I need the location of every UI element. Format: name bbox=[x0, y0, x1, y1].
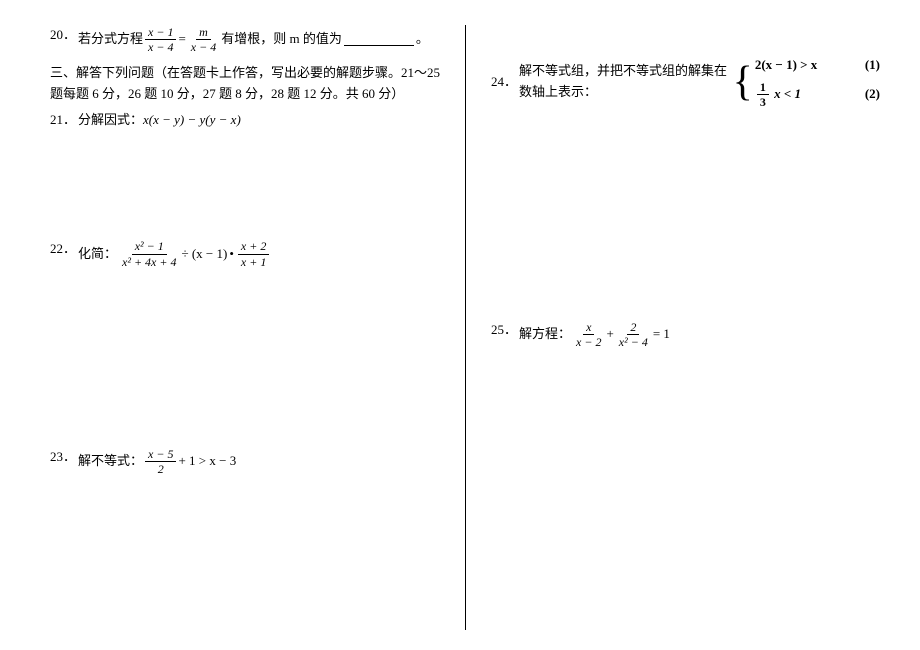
question-21: 21． 分解因式： x(x − y) − y(y − x) bbox=[50, 110, 440, 131]
q23-frac-den: 2 bbox=[155, 462, 167, 476]
q20-frac-right-den: x − 4 bbox=[188, 40, 219, 54]
q24-number: 24． bbox=[491, 72, 519, 93]
q25-frac1-num: x bbox=[583, 320, 594, 335]
q23-label: 解不等式： bbox=[78, 451, 143, 472]
q20-pre: 若分式方程 bbox=[78, 29, 143, 50]
q24-tag2: (2) bbox=[865, 84, 880, 105]
question-22: 22． 化简： x² − 1 x² + 4x + 4 ÷ (x − 1) • x… bbox=[50, 239, 440, 269]
spacer bbox=[50, 139, 440, 239]
question-20: 20． 若分式方程 x − 1 x − 4 = m x − 4 有增根，则 m … bbox=[50, 25, 440, 55]
q24-frac-num: 1 bbox=[757, 80, 769, 95]
q22-label: 化简： bbox=[78, 244, 117, 265]
q22-frac2: x + 2 x + 1 bbox=[238, 239, 269, 269]
q20-body: 若分式方程 x − 1 x − 4 = m x − 4 有增根，则 m 的值为 … bbox=[78, 25, 429, 55]
q25-frac2: 2 x² − 4 bbox=[616, 320, 651, 350]
q20-frac-right: m x − 4 bbox=[188, 25, 219, 55]
q24-line2: 1 3 x < 1 (2) bbox=[755, 80, 880, 110]
q22-frac2-den: x + 1 bbox=[238, 255, 269, 269]
q20-eq: = bbox=[178, 29, 185, 50]
right-column: 24． 解不等式组，并把不等式组的解集在数轴上表示： { 2(x − 1) > … bbox=[465, 25, 880, 630]
q24-tag1: (1) bbox=[865, 55, 880, 76]
q20-frac-left-num: x − 1 bbox=[145, 25, 176, 40]
q24-eq1-text: 2(x − 1) > x bbox=[755, 57, 817, 72]
q24-eq2-rest: x < 1 bbox=[774, 86, 801, 101]
spacer bbox=[50, 277, 440, 447]
brace-icon: { bbox=[733, 61, 753, 103]
q24-label: 解不等式组，并把不等式组的解集在数轴上表示： bbox=[519, 61, 733, 103]
q20-post1: 有增根，则 m 的值为 bbox=[221, 29, 342, 50]
q22-number: 22． bbox=[50, 239, 78, 260]
q24-eq2: 1 3 x < 1 bbox=[755, 80, 855, 110]
spacer bbox=[491, 25, 880, 55]
q24-line1: 2(x − 1) > x (1) bbox=[755, 55, 880, 76]
q21-body: 分解因式： x(x − y) − y(y − x) bbox=[78, 110, 241, 131]
q20-frac-right-num: m bbox=[196, 25, 211, 40]
q22-frac2-num: x + 2 bbox=[238, 239, 269, 254]
question-25: 25． 解方程： x x − 2 + 2 x² − 4 = 1 bbox=[491, 320, 880, 350]
q25-frac1: x x − 2 bbox=[573, 320, 604, 350]
q23-number: 23． bbox=[50, 447, 78, 468]
q20-post2: 。 bbox=[416, 29, 429, 50]
spacer bbox=[491, 110, 880, 320]
left-column: 20． 若分式方程 x − 1 x − 4 = m x − 4 有增根，则 m … bbox=[50, 25, 465, 630]
q24-eq1: 2(x − 1) > x bbox=[755, 55, 855, 76]
q25-eq: = 1 bbox=[653, 324, 670, 345]
q22-body: 化简： x² − 1 x² + 4x + 4 ÷ (x − 1) • x + 2… bbox=[78, 239, 271, 269]
question-23: 23． 解不等式： x − 5 2 + 1 > x − 3 bbox=[50, 447, 440, 477]
q25-frac2-num: 2 bbox=[627, 320, 639, 335]
q25-plus: + bbox=[606, 324, 613, 345]
q25-frac1-den: x − 2 bbox=[573, 335, 604, 349]
q23-frac-num: x − 5 bbox=[145, 447, 176, 462]
q25-number: 25． bbox=[491, 320, 519, 341]
q20-frac-left: x − 1 x − 4 bbox=[145, 25, 176, 55]
q24-frac-den: 3 bbox=[757, 95, 769, 109]
q20-blank bbox=[344, 33, 414, 46]
q22-dot: • bbox=[229, 244, 234, 265]
q22-frac1-num: x² − 1 bbox=[132, 239, 167, 254]
question-24: 24． 解不等式组，并把不等式组的解集在数轴上表示： { 2(x − 1) > … bbox=[491, 55, 880, 110]
q25-body: 解方程： x x − 2 + 2 x² − 4 = 1 bbox=[519, 320, 670, 350]
q24-frac: 1 3 bbox=[757, 80, 769, 110]
q20-number: 20． bbox=[50, 25, 78, 46]
q24-system: { 2(x − 1) > x (1) 1 3 bbox=[733, 55, 880, 110]
q25-label: 解方程： bbox=[519, 324, 571, 345]
q23-rest: + 1 > x − 3 bbox=[178, 451, 236, 472]
q23-frac: x − 5 2 bbox=[145, 447, 176, 477]
q21-number: 21． bbox=[50, 110, 78, 131]
q21-expr: x(x − y) − y(y − x) bbox=[143, 110, 241, 131]
q21-label: 分解因式： bbox=[78, 110, 143, 131]
q25-frac2-den: x² − 4 bbox=[616, 335, 651, 349]
q23-body: 解不等式： x − 5 2 + 1 > x − 3 bbox=[78, 447, 236, 477]
q22-frac1-den: x² + 4x + 4 bbox=[119, 255, 179, 269]
q20-frac-left-den: x − 4 bbox=[145, 40, 176, 54]
section-3-heading: 三、解答下列问题（在答题卡上作答，写出必要的解题步骤。21～25 题每题 6 分… bbox=[50, 63, 440, 105]
q22-frac1: x² − 1 x² + 4x + 4 bbox=[119, 239, 179, 269]
q22-op1: ÷ (x − 1) bbox=[181, 244, 227, 265]
